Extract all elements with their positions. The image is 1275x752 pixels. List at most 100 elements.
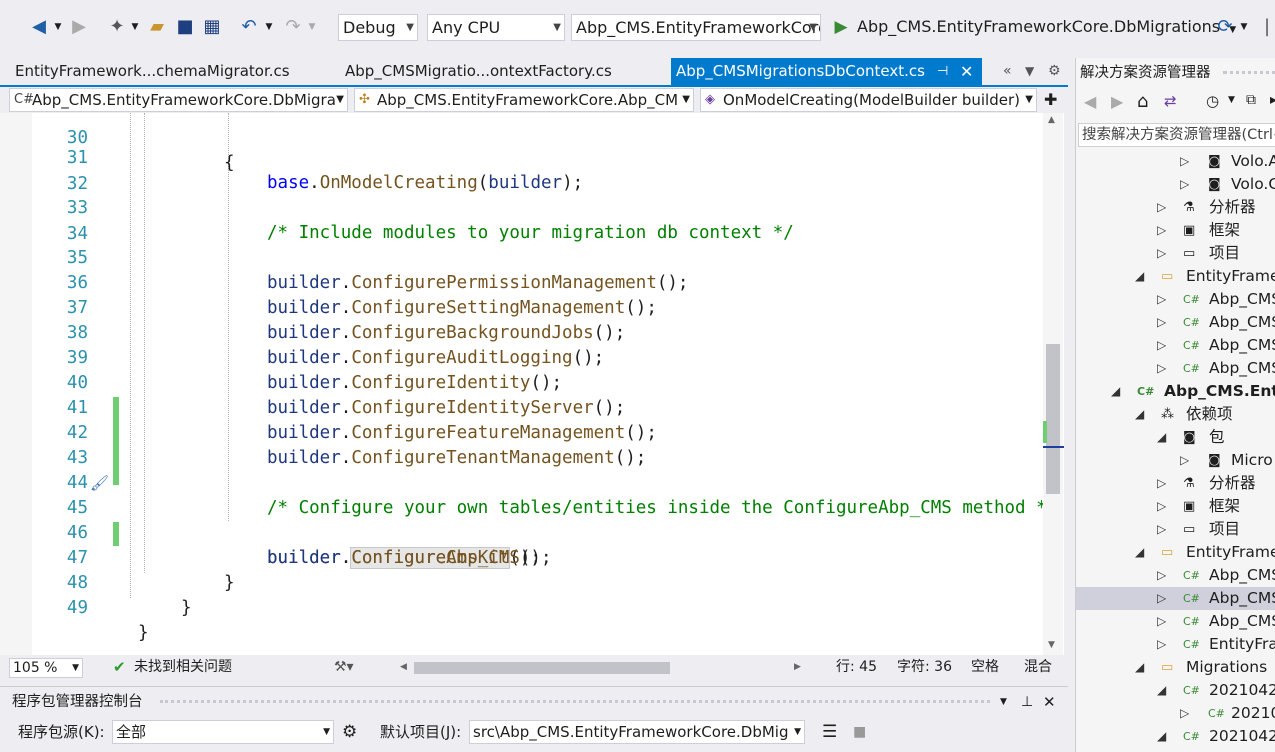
tree-item[interactable]: ▷ C# Abp_CMS xyxy=(1076,288,1275,311)
sync-icon[interactable]: ⇄ xyxy=(1164,92,1177,110)
collapse-icon[interactable]: ◢ xyxy=(1157,679,1166,702)
collapse-icon[interactable]: ◢ xyxy=(1111,380,1120,403)
save-icon[interactable]: ■ xyxy=(174,14,196,40)
clear-console-icon[interactable]: ☰ xyxy=(822,720,837,744)
collapse-icon[interactable]: ◢ xyxy=(1135,656,1144,679)
back-dropdown-icon[interactable]: ▼ xyxy=(52,14,64,40)
expand-icon[interactable]: ▷ xyxy=(1157,219,1166,242)
gear-icon[interactable]: ⚙ xyxy=(342,720,357,744)
member-nav-combo[interactable]: ◈ OnModelCreating(ModelBuilder builder) … xyxy=(700,88,1037,112)
horizontal-scrollbar[interactable]: ◀ ▶ xyxy=(398,662,813,674)
type-nav-combo[interactable]: ✣ Abp_CMS.EntityFrameworkCore.Abp_CM ▼ xyxy=(354,88,694,112)
split-icon[interactable]: ✚ xyxy=(1044,88,1057,112)
tab-list-icon[interactable]: ▼ xyxy=(1025,58,1034,85)
new-item-icon[interactable]: ✦ xyxy=(106,14,128,40)
tree-item[interactable]: ▷ C# Abp_CMS xyxy=(1076,311,1275,334)
overflow-icon[interactable]: | xyxy=(1260,14,1274,40)
tab-context-factory[interactable]: Abp_CMSMigratio...ontextFactory.cs xyxy=(330,58,665,85)
whitespace-indicator[interactable]: 空格 xyxy=(971,655,999,680)
startup-project-combo[interactable]: Abp_CMS.EntityFrameworkCore ▼ xyxy=(571,14,821,41)
redo-dropdown-icon[interactable]: ▼ xyxy=(306,14,318,40)
start-icon[interactable]: ▶ xyxy=(830,14,852,40)
open-folder-icon[interactable]: ▰ xyxy=(146,14,168,40)
expand-icon[interactable]: ▷ xyxy=(1157,564,1166,587)
collapse-icon[interactable]: ◢ xyxy=(1157,725,1166,748)
tree-item[interactable]: ◢ C# 20210425 xyxy=(1076,725,1275,748)
refresh-dropdown-icon[interactable]: ▼ xyxy=(1238,14,1250,40)
new-item-dropdown-icon[interactable]: ▼ xyxy=(129,14,141,40)
overflow-icon[interactable]: ▸ xyxy=(1270,92,1275,108)
pin-icon[interactable]: ⊥ xyxy=(1021,691,1033,713)
tree-item[interactable]: ◢ ▭ EntityFramew xyxy=(1076,541,1275,564)
home-icon[interactable]: ⌂ xyxy=(1137,91,1148,112)
platform-combo[interactable]: Any CPU ▼ xyxy=(427,14,565,41)
expand-icon[interactable]: ▷ xyxy=(1157,610,1166,633)
tree-item[interactable]: ▷ ⚗ 分析器 xyxy=(1076,196,1275,219)
tree-item[interactable]: ▷ C# Abp_CMS xyxy=(1076,564,1275,587)
collapse-icon[interactable]: ◢ xyxy=(1135,403,1144,426)
scroll-left-icon[interactable]: ◀ xyxy=(400,655,407,680)
tree-item[interactable]: ◢ ▭ Migrations xyxy=(1076,656,1275,679)
save-all-icon[interactable]: ▦ xyxy=(200,14,224,40)
undo-dropdown-icon[interactable]: ▼ xyxy=(263,14,275,40)
line-ending-indicator[interactable]: 混合 xyxy=(1024,655,1052,680)
tree-item-project[interactable]: ◢ C# Abp_CMS.Entit xyxy=(1076,380,1275,403)
expand-icon[interactable]: ▷ xyxy=(1157,357,1166,380)
expand-icon[interactable]: ▷ xyxy=(1180,173,1189,196)
tree-item[interactable]: ▷ C# 20210 xyxy=(1076,702,1275,725)
start-target-button[interactable]: Abp_CMS.EntityFrameworkCore.DbMigrations… xyxy=(857,14,1236,40)
zoom-combo[interactable]: 105 % ▼ xyxy=(9,658,83,678)
tree-item[interactable]: ▷ ◙ Volo.C xyxy=(1076,173,1275,196)
collapse-icon[interactable]: ◢ xyxy=(1135,541,1144,564)
gear-icon[interactable]: ⚙ xyxy=(1048,58,1061,85)
expand-icon[interactable]: ▷ xyxy=(1157,288,1166,311)
scroll-up-icon[interactable]: ▲ xyxy=(1048,115,1055,125)
expand-icon[interactable]: ▷ xyxy=(1157,472,1166,495)
history-icon[interactable]: ◷ xyxy=(1206,92,1219,110)
expand-icon[interactable]: ▷ xyxy=(1157,242,1166,265)
project-nav-combo[interactable]: C# Abp_CMS.EntityFrameworkCore.DbMigra ▼ xyxy=(9,88,348,112)
scrollbar-thumb[interactable] xyxy=(414,662,670,674)
quick-action-brush-icon[interactable]: 🖌 xyxy=(90,471,109,496)
stop-icon[interactable]: ■ xyxy=(853,720,866,744)
cleanup-brush-icon[interactable]: ⚒▾ xyxy=(334,655,354,680)
column-indicator[interactable]: 字符: 36 xyxy=(897,655,952,680)
solution-search-input[interactable]: 搜索解决方案资源管理器(Ctrl+;) xyxy=(1078,123,1275,147)
tab-scroll-left-icon[interactable]: « xyxy=(1003,58,1012,85)
tree-item[interactable]: ▷ C# EntityFran xyxy=(1076,633,1275,656)
close-icon[interactable]: ✕ xyxy=(1043,691,1056,713)
expand-icon[interactable]: ▷ xyxy=(1180,150,1189,173)
expand-icon[interactable]: ▷ xyxy=(1180,449,1189,472)
panel-menu-icon[interactable]: ▼ xyxy=(1000,691,1007,713)
tree-item[interactable]: ◢ ▭ EntityFramew xyxy=(1076,265,1275,288)
collapse-all-icon[interactable]: ⧉ xyxy=(1246,92,1256,108)
close-icon[interactable]: ✕ xyxy=(960,58,973,85)
tree-item[interactable]: ▷ C# Abp_CMS xyxy=(1076,610,1275,633)
pin-icon[interactable]: ⊣ xyxy=(937,58,948,85)
tab-schema-migrator[interactable]: EntityFramework...chemaMigrator.cs xyxy=(0,58,320,85)
expand-icon[interactable]: ▷ xyxy=(1157,334,1166,357)
expand-icon[interactable]: ▷ xyxy=(1157,311,1166,334)
default-project-combo[interactable]: src\Abp_CMS.EntityFrameworkCore.DbMig ▼ xyxy=(469,720,805,744)
back-icon[interactable]: ◀ xyxy=(1084,92,1096,111)
undo-icon[interactable]: ↶ xyxy=(238,14,260,40)
collapse-icon[interactable]: ◢ xyxy=(1135,265,1144,288)
redo-icon[interactable]: ↷ xyxy=(282,14,304,40)
issues-status[interactable]: 未找到相关问题 xyxy=(134,655,232,680)
forward-icon[interactable]: ▶ xyxy=(1111,92,1123,111)
tree-item[interactable]: ▷ ▭ 项目 xyxy=(1076,242,1275,265)
collapse-icon[interactable]: ◢ xyxy=(1157,426,1166,449)
tree-item[interactable]: ▷ C# Abp_CMS xyxy=(1076,334,1275,357)
config-combo[interactable]: Debug ▼ xyxy=(338,14,418,41)
tree-item[interactable]: ◢ ◙ 包 xyxy=(1076,426,1275,449)
expand-icon[interactable]: ▷ xyxy=(1157,587,1166,610)
refresh-icon[interactable]: ⟳ xyxy=(1214,14,1236,40)
tab-dbcontext[interactable]: Abp_CMSMigrationsDbContext.cs ⊣ ✕ xyxy=(671,58,982,85)
chevron-down-icon[interactable]: ▼ xyxy=(1228,95,1235,105)
expand-icon[interactable]: ▷ xyxy=(1157,495,1166,518)
tree-item-selected[interactable]: ▷ C# Abp_CMS xyxy=(1076,587,1275,610)
back-icon[interactable]: ◀ xyxy=(28,14,50,40)
tree-item[interactable]: ▷ ▣ 框架 xyxy=(1076,219,1275,242)
tree-item[interactable]: ▷ C# Abp_CMS xyxy=(1076,357,1275,380)
forward-icon[interactable]: ▶ xyxy=(68,14,90,40)
